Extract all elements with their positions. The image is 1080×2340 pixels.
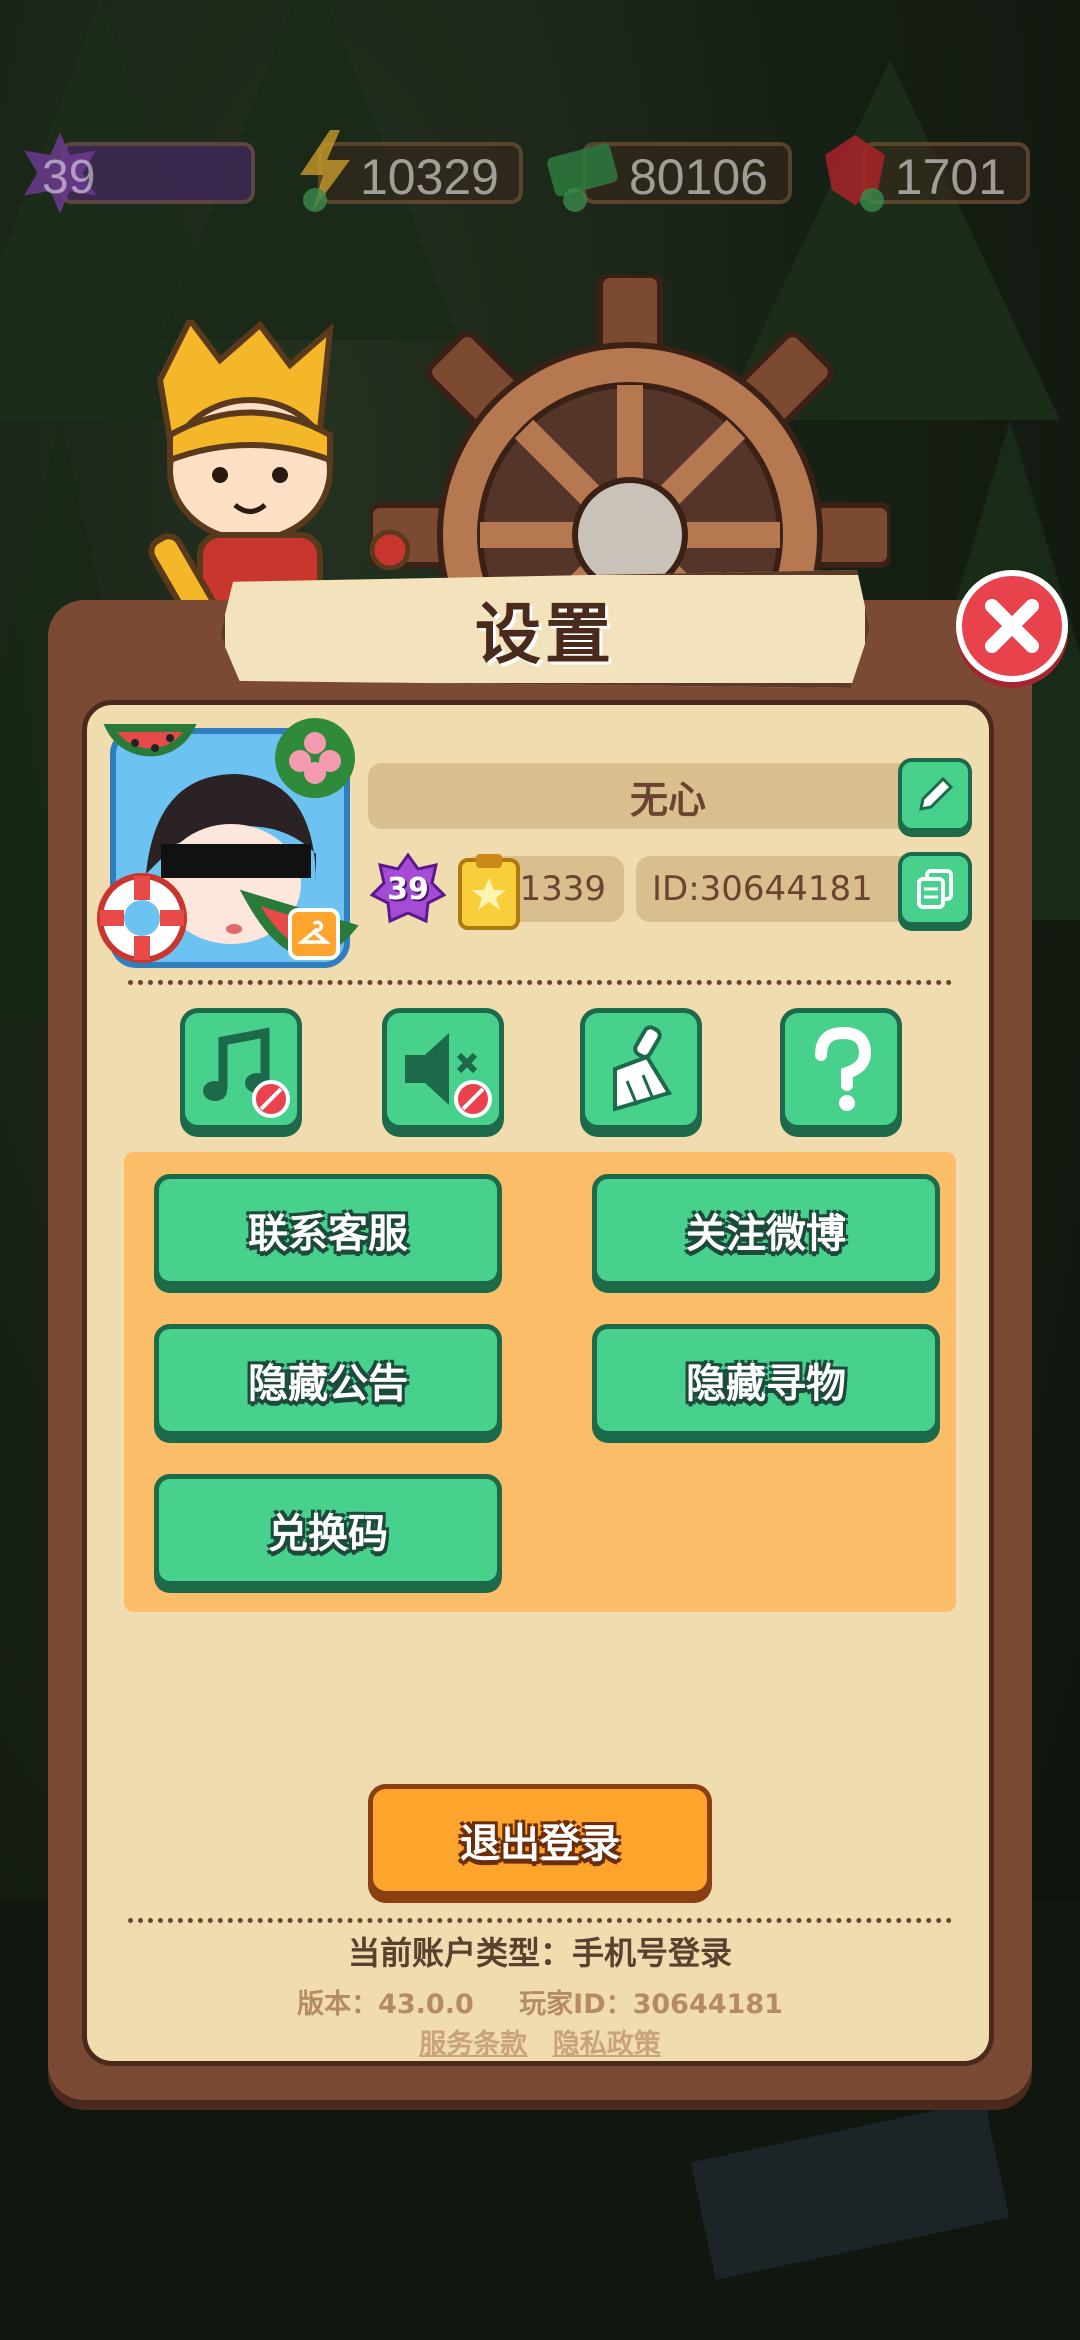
close-icon: [985, 599, 1039, 653]
level-badge: 39: [369, 852, 447, 925]
hanger-icon: [298, 920, 330, 944]
hide-search-label: 隐藏寻物: [686, 1361, 846, 1407]
privacy-link[interactable]: 隐私政策: [553, 2029, 661, 2060]
follow-weibo-label: 关注微博: [686, 1211, 846, 1257]
music-off-icon: [203, 1027, 290, 1118]
level-badge-value: 39: [387, 871, 429, 907]
contact-service-button[interactable]: 联系客服: [154, 1174, 502, 1286]
logout-label: 退出登录: [460, 1821, 620, 1867]
star-count: 1339: [519, 869, 606, 909]
player-id-text: ID:30644181: [652, 869, 873, 909]
follow-weibo-button[interactable]: 关注微博: [592, 1174, 940, 1286]
title-banner: 设置: [220, 570, 870, 688]
gem-value: 1701: [894, 149, 1006, 205]
level-value: 39: [42, 151, 96, 204]
help-button[interactable]: [780, 1008, 902, 1130]
copy-id-button[interactable]: [898, 852, 972, 926]
hide-search-button[interactable]: 隐藏寻物: [592, 1324, 940, 1436]
footer-player-id: 玩家ID：30644181: [519, 1989, 783, 2020]
divider-bottom: [128, 1918, 952, 1923]
ruby-icon: [825, 135, 885, 212]
player-id-field: ID:30644181: [636, 856, 916, 922]
terms-link[interactable]: 服务条款: [419, 2029, 527, 2060]
cash-value: 80106: [628, 149, 768, 205]
close-button[interactable]: [956, 570, 1068, 682]
hide-notice-button[interactable]: 隐藏公告: [154, 1324, 502, 1436]
sound-off-icon: [405, 1033, 492, 1118]
swim-ring-icon: [97, 873, 187, 963]
nickname-field: 无心: [368, 763, 968, 829]
dialog-title: 设置: [475, 596, 615, 673]
resource-bar: 39 10329 80106 1701: [0, 120, 1080, 230]
lightning-icon: [300, 130, 350, 212]
account-type-text: 当前账户类型：手机号登录: [347, 1934, 732, 1972]
energy-value: 10329: [359, 149, 499, 205]
version-text: 版本：43.0.0: [297, 1989, 474, 2020]
legal-links: 服务条款 隐私政策: [0, 2022, 1080, 2061]
clear-cache-button[interactable]: [580, 1008, 702, 1130]
sound-toggle-button[interactable]: [382, 1008, 504, 1130]
redeem-code-label: 兑换码: [268, 1511, 388, 1557]
avatar[interactable]: [97, 718, 359, 968]
redeem-code-button[interactable]: 兑换码: [154, 1474, 502, 1586]
version-row: 版本：43.0.0 玩家ID：30644181: [0, 1982, 1080, 2021]
watermelon-icon: [103, 724, 197, 757]
copy-icon: [917, 869, 953, 909]
music-toggle-button[interactable]: [180, 1008, 302, 1130]
divider-top: [128, 980, 952, 985]
logout-button[interactable]: 退出登录: [368, 1784, 712, 1896]
nickname-text: 无心: [629, 777, 706, 822]
edit-name-button[interactable]: [898, 758, 972, 832]
contact-service-label: 联系客服: [248, 1211, 408, 1257]
change-avatar-button[interactable]: [288, 908, 340, 960]
flower-icon: [275, 718, 355, 798]
cash-icon: [547, 143, 618, 212]
pencil-icon: [919, 776, 954, 811]
question-icon: [815, 1026, 872, 1111]
hide-notice-label: 隐藏公告: [248, 1361, 408, 1407]
star-clipboard-icon: [458, 854, 520, 930]
broom-icon: [613, 1025, 673, 1112]
